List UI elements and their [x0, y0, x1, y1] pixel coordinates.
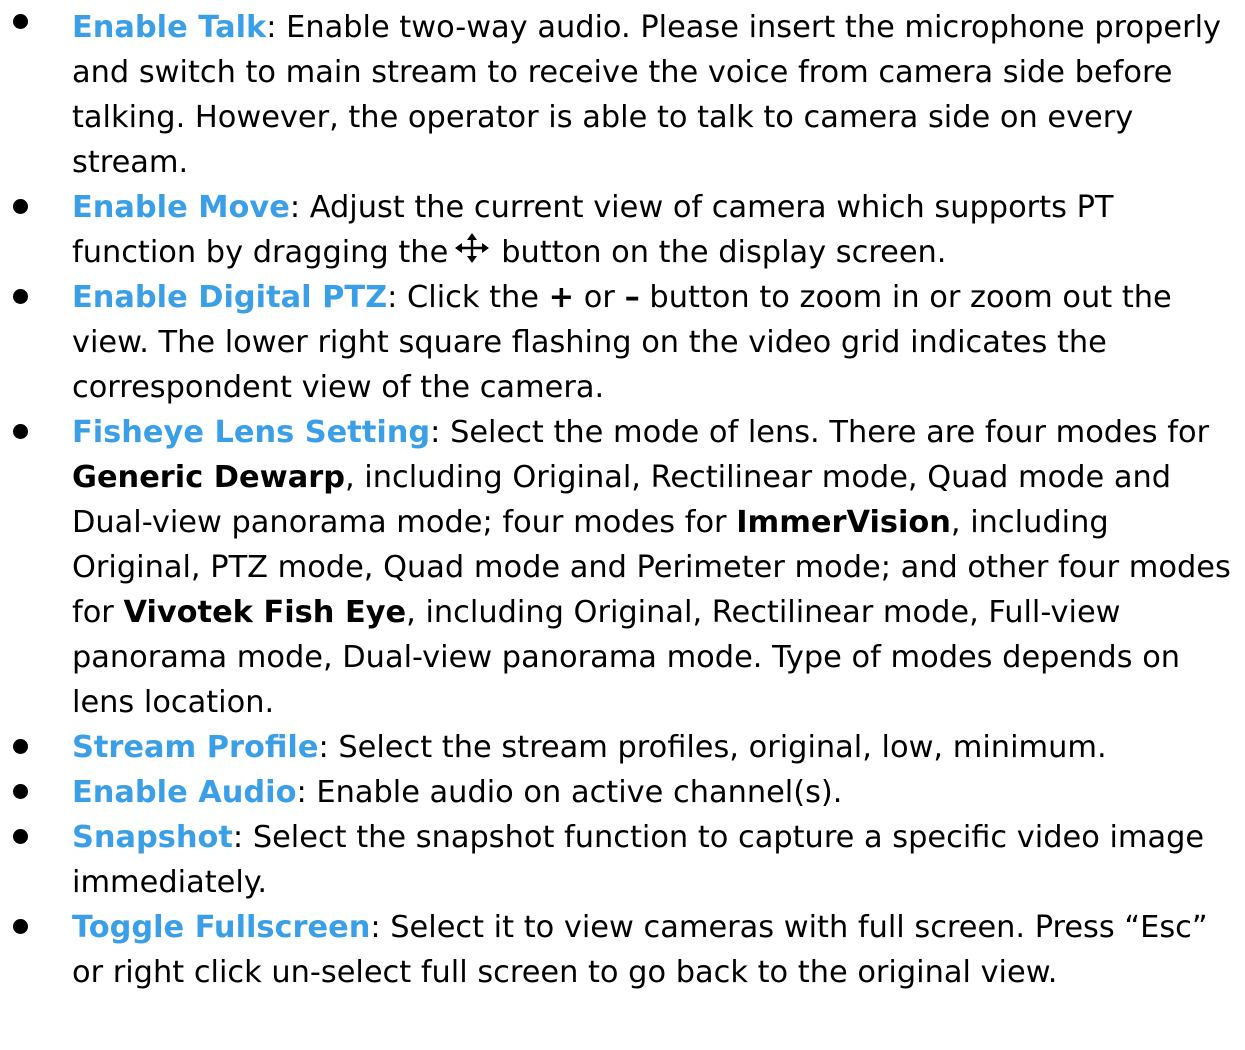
- list-item-snapshot: Snapshot: Select the snapshot function t…: [13, 815, 1242, 905]
- plus-symbol: +: [548, 280, 575, 315]
- list-item-enable-move: Enable Move: Adjust the current view of …: [13, 185, 1242, 275]
- list-item-enable-digital-ptz: Enable Digital PTZ: Click the + or – but…: [13, 275, 1242, 410]
- description-stream-profile: : Select the stream profiles, original, …: [318, 730, 1107, 765]
- list-item-toggle-fullscreen: Toggle Fullscreen: Select it to view cam…: [13, 905, 1242, 995]
- bullet-icon: [13, 424, 28, 439]
- move-arrows-icon: [455, 233, 490, 263]
- bullet-icon: [13, 784, 28, 799]
- term-enable-digital-ptz: Enable Digital PTZ: [72, 280, 388, 315]
- bullet-icon: [13, 14, 28, 29]
- bullet-icon: [13, 829, 28, 844]
- list-item-enable-talk: Enable Talk: Enable two-way audio. Pleas…: [13, 0, 1242, 185]
- description-part: : Select the mode of lens. There are fou…: [430, 415, 1210, 450]
- term-enable-audio: Enable Audio: [72, 775, 297, 810]
- mode-name-generic-dewarp: Generic Dewarp: [72, 460, 345, 495]
- term-fisheye-lens-setting: Fisheye Lens Setting: [72, 415, 431, 450]
- minus-symbol: –: [624, 280, 640, 315]
- description-part: or: [574, 280, 625, 315]
- bullet-icon: [13, 199, 28, 214]
- description-enable-audio: : Enable audio on active channel(s).: [296, 775, 843, 810]
- term-stream-profile: Stream Profile: [72, 730, 319, 765]
- mode-name-vivotek-fish-eye: Vivotek Fish Eye: [123, 595, 407, 630]
- bullet-icon: [13, 739, 28, 754]
- mode-name-immervision: ImmerVision: [736, 505, 951, 540]
- term-toggle-fullscreen: Toggle Fullscreen: [72, 910, 371, 945]
- description-snapshot: : Select the snapshot function to captur…: [72, 820, 1205, 900]
- description-part: : Click the: [387, 280, 549, 315]
- term-enable-talk: Enable Talk: [72, 10, 267, 45]
- description-enable-move-end: button on the display screen.: [501, 235, 947, 270]
- term-snapshot: Snapshot: [72, 820, 233, 855]
- list-item-stream-profile: Stream Profile: Select the stream profil…: [13, 725, 1242, 770]
- feature-list: Enable Talk: Enable two-way audio. Pleas…: [0, 0, 1245, 995]
- bullet-icon: [13, 289, 28, 304]
- list-item-enable-audio: Enable Audio: Enable audio on active cha…: [13, 770, 1242, 815]
- list-item-fisheye-lens-setting: Fisheye Lens Setting: Select the mode of…: [13, 410, 1242, 725]
- bullet-icon: [13, 919, 28, 934]
- term-enable-move: Enable Move: [72, 190, 290, 225]
